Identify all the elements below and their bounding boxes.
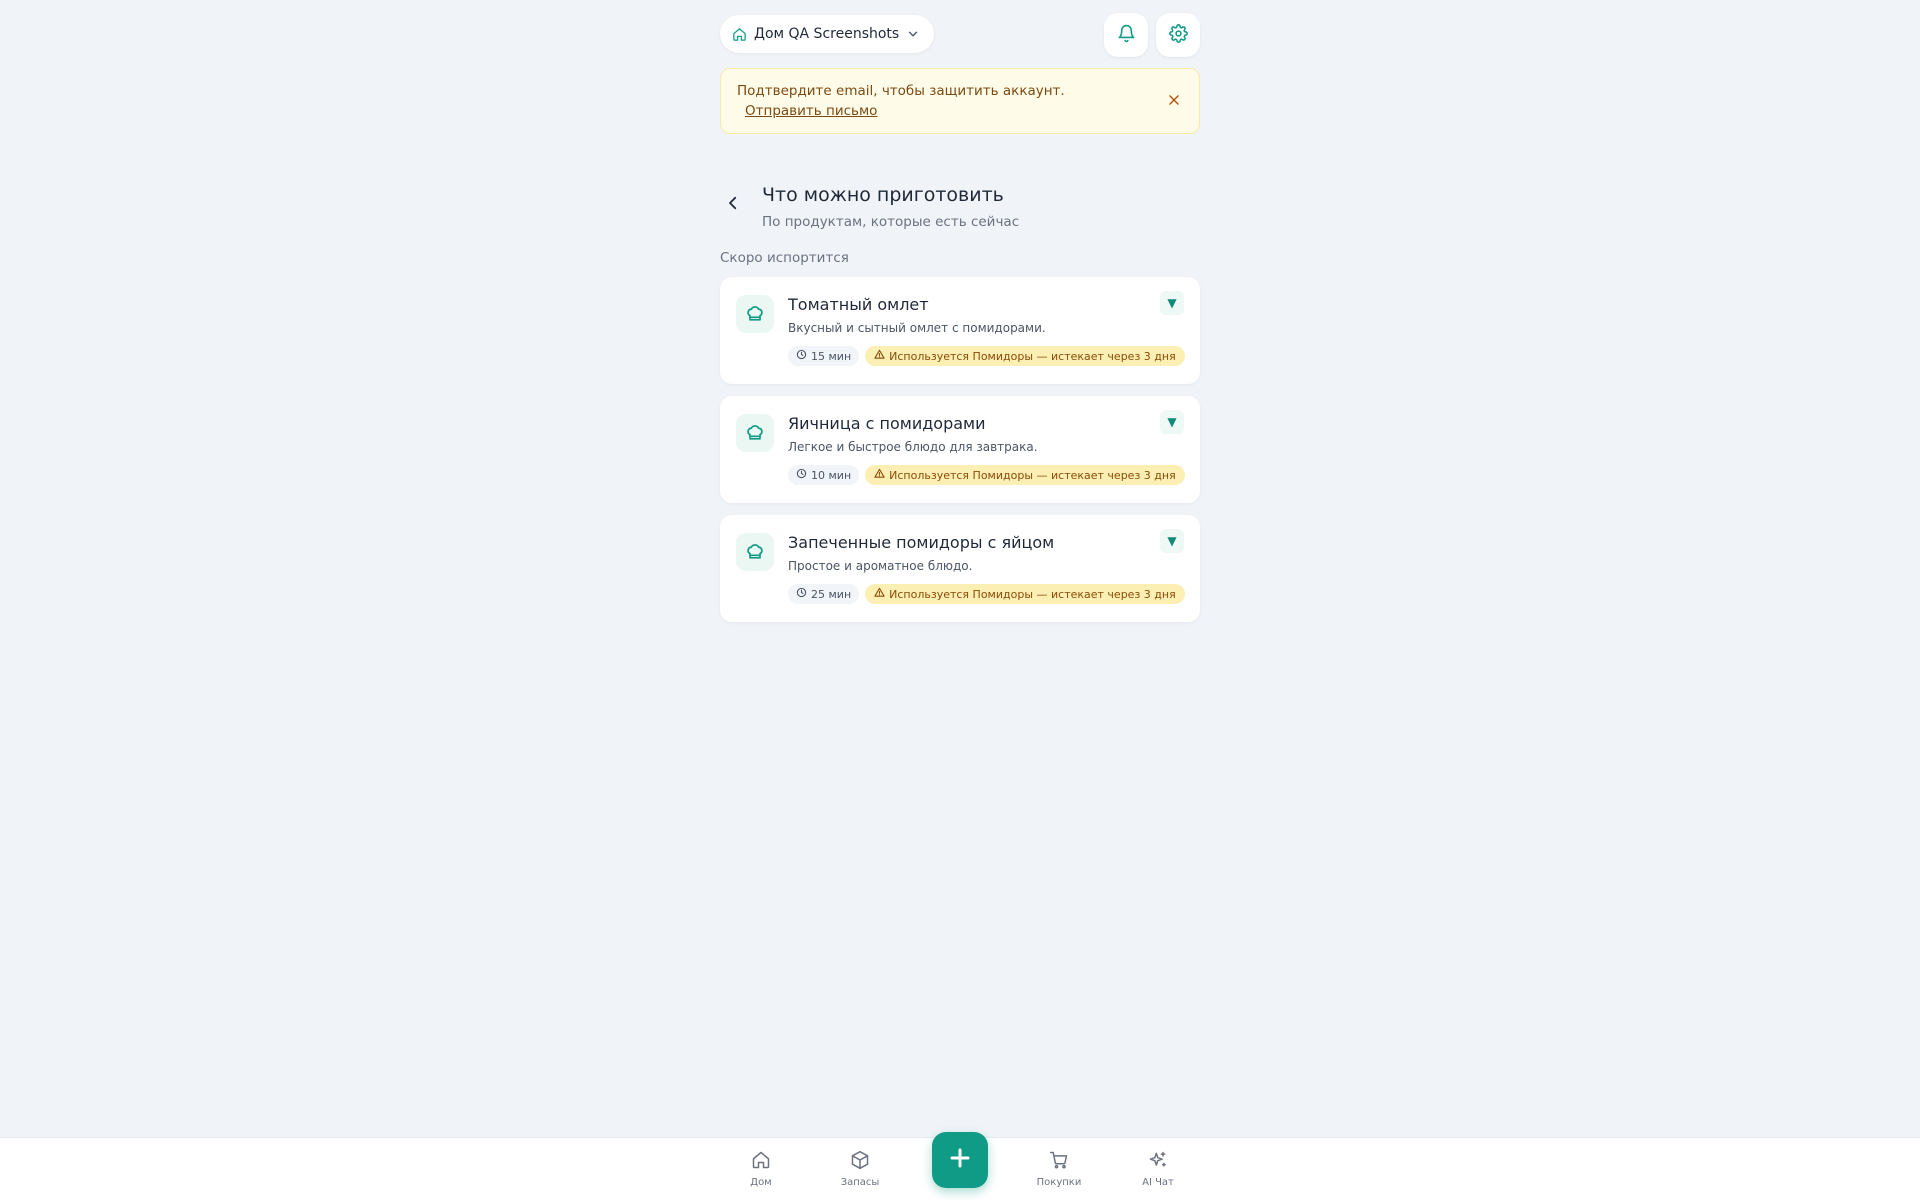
recipe-tags: 15 мин Используется Помидоры — истекает … <box>788 346 1185 366</box>
nav-item-ai-chat[interactable]: AI Чат <box>1128 1150 1188 1188</box>
sparkles-icon <box>1148 1150 1168 1174</box>
nav-label: AI Чат <box>1142 1177 1174 1188</box>
recipe-title: Томатный омлет <box>788 295 929 314</box>
recipe-card[interactable]: Томатный омлет Вкусный и сытный омлет с … <box>720 277 1200 384</box>
warning-icon <box>874 468 885 482</box>
app-page: Дом QA Screenshots Подтвердите email, чт… <box>0 0 1920 1200</box>
bell-icon <box>1117 24 1136 47</box>
chef-hat-icon <box>736 414 774 452</box>
warning-icon <box>874 587 885 601</box>
box-icon <box>850 1150 870 1174</box>
add-button[interactable] <box>932 1132 988 1188</box>
warning-icon <box>874 349 885 363</box>
home-icon <box>732 27 747 42</box>
nav-item-inventory[interactable]: Запасы <box>830 1150 890 1188</box>
expand-button[interactable]: ▼ <box>1160 529 1184 553</box>
expiry-warning-badge: Используется Помидоры — истекает через 3… <box>865 346 1185 366</box>
banner-text: Подтвердите email, чтобы защитить аккаун… <box>737 83 1065 99</box>
chevron-left-icon <box>724 194 742 216</box>
back-button[interactable] <box>720 192 746 218</box>
chef-hat-icon <box>736 295 774 333</box>
time-text: 10 мин <box>811 468 852 482</box>
home-icon <box>751 1150 771 1174</box>
time-badge: 25 мин <box>788 584 860 604</box>
expiry-warning-badge: Используется Помидоры — истекает через 3… <box>865 465 1185 485</box>
warning-text: Используется Помидоры — истекает через 3… <box>889 468 1176 482</box>
recipe-title: Запеченные помидоры с яйцом <box>788 533 1055 552</box>
time-badge: 10 мин <box>788 465 860 485</box>
time-text: 25 мин <box>811 587 852 601</box>
expand-button[interactable]: ▼ <box>1160 291 1184 315</box>
warning-text: Используется Помидоры — истекает через 3… <box>889 587 1176 601</box>
page-subtitle: По продуктам, которые есть сейчас <box>762 214 1020 230</box>
settings-button[interactable] <box>1156 13 1200 57</box>
recipe-description: Легкое и быстрое блюдо для завтрака. <box>788 440 1038 454</box>
recipe-title: Яичница с помидорами <box>788 414 986 433</box>
chef-hat-icon <box>736 533 774 571</box>
clock-icon <box>796 349 807 363</box>
nav-item-shopping[interactable]: Покупки <box>1029 1150 1089 1188</box>
gear-icon <box>1168 23 1188 47</box>
email-verify-banner: Подтвердите email, чтобы защитить аккаун… <box>720 68 1200 134</box>
section-label: Скоро испортится <box>720 250 849 266</box>
recipe-card[interactable]: Запеченные помидоры с яйцом Простое и ар… <box>720 515 1200 622</box>
recipe-description: Простое и ароматное блюдо. <box>788 559 973 573</box>
recipe-tags: 10 мин Используется Помидоры — истекает … <box>788 465 1185 485</box>
plus-icon <box>948 1146 972 1174</box>
warning-text: Используется Помидоры — истекает через 3… <box>889 349 1176 363</box>
notifications-button[interactable] <box>1104 13 1148 57</box>
recipe-tags: 25 мин Используется Помидоры — истекает … <box>788 584 1185 604</box>
house-switcher-label: Дом QA Screenshots <box>754 26 900 42</box>
time-text: 15 мин <box>811 349 852 363</box>
cart-icon <box>1049 1150 1069 1174</box>
house-switcher[interactable]: Дом QA Screenshots <box>720 15 935 53</box>
top-bar: Дом QA Screenshots <box>720 13 1200 57</box>
page-header: Что можно приготовить По продуктам, кото… <box>720 184 1200 234</box>
time-badge: 15 мин <box>788 346 860 366</box>
nav-label: Дом <box>750 1177 772 1188</box>
recipe-description: Вкусный и сытный омлет с помидорами. <box>788 321 1046 335</box>
nav-item-home[interactable]: Дом <box>731 1150 791 1188</box>
send-email-link[interactable]: Отправить письмо <box>745 102 877 120</box>
expiry-warning-badge: Используется Помидоры — истекает через 3… <box>865 584 1185 604</box>
expand-button[interactable]: ▼ <box>1160 410 1184 434</box>
nav-label: Запасы <box>840 1177 880 1188</box>
chevron-down-icon <box>906 27 920 41</box>
banner-close-button[interactable] <box>1163 90 1185 112</box>
clock-icon <box>796 587 807 601</box>
close-icon <box>1167 92 1181 111</box>
recipe-card[interactable]: Яичница с помидорами Легкое и быстрое бл… <box>720 396 1200 503</box>
page-title: Что можно приготовить <box>762 184 1004 206</box>
clock-icon <box>796 468 807 482</box>
nav-label: Покупки <box>1036 1177 1082 1188</box>
